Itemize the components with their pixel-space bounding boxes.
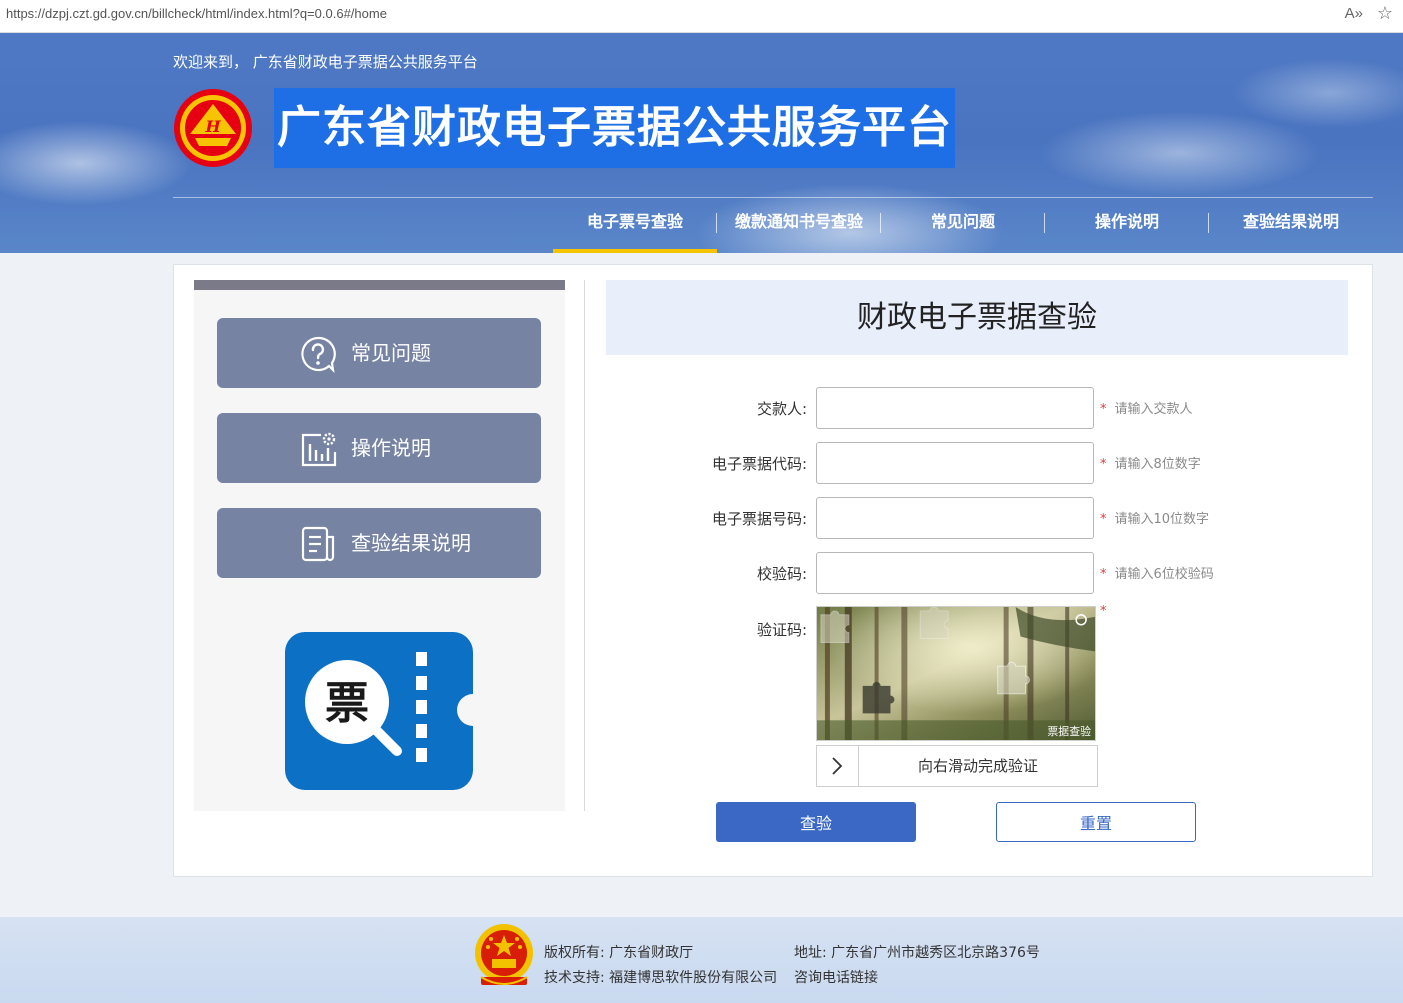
- bill-number-hint: * 请输入10位数字: [1100, 508, 1209, 527]
- ticket-search-icon: 票: [285, 632, 473, 790]
- footer-tech-support: 技术支持: 福建博思软件股份有限公司: [544, 970, 778, 986]
- sidebar: 常见问题 操作说明 查验结果说明 票: [194, 280, 565, 811]
- sidebar-item-faq[interactable]: 常见问题: [217, 318, 541, 388]
- footer-copyright: 版权所有: 广东省财政厅: [544, 945, 694, 961]
- favorite-star-icon[interactable]: ☆: [1377, 3, 1393, 24]
- required-mark: *: [1100, 457, 1107, 472]
- hint-text: 请输入8位数字: [1114, 457, 1201, 472]
- payer-hint: * 请输入交款人: [1100, 398, 1193, 417]
- required-mark: *: [1100, 567, 1107, 582]
- nav-label: 电子票号查验: [586, 212, 683, 231]
- check-code-hint: * 请输入6位校验码: [1100, 563, 1214, 582]
- bill-number-input[interactable]: [816, 497, 1094, 539]
- nav-label: 缴款通知书号查验: [734, 212, 863, 231]
- ticket-char: 票: [325, 678, 369, 729]
- captcha-label: 验证码:: [756, 621, 807, 639]
- reset-button[interactable]: 重置: [996, 802, 1196, 842]
- sidebar-item-label: 常见问题: [351, 341, 431, 365]
- bill-code-label: 电子票据代码:: [711, 455, 807, 473]
- slider-handle[interactable]: [817, 746, 859, 786]
- footer-address: 地址: 广东省广州市越秀区北京路376号: [794, 945, 1040, 961]
- captcha-required-mark: *: [1100, 604, 1107, 619]
- bill-code-hint: * 请输入8位数字: [1100, 453, 1201, 472]
- nav-tab-faq[interactable]: 常见问题: [881, 197, 1045, 253]
- main-nav: 电子票号查验 缴款通知书号查验 常见问题 操作说明 查验结果说明: [553, 197, 1373, 253]
- sidebar-item-instructions[interactable]: 操作说明: [217, 413, 541, 483]
- main-panel: 常见问题 操作说明 查验结果说明 票 财政电子票据查验 交款人: * 请输入交款…: [173, 264, 1373, 877]
- page-footer: 版权所有: 广东省财政厅 技术支持: 福建博思软件股份有限公司 地址: 广东省广…: [0, 917, 1403, 1003]
- url-text[interactable]: https://dzpj.czt.gd.gov.cn/billcheck/htm…: [6, 6, 387, 21]
- footer-phone-link[interactable]: 咨询电话链接: [794, 967, 878, 987]
- hint-text: 请输入6位校验码: [1114, 567, 1214, 582]
- chevron-right-icon: [832, 757, 843, 775]
- nav-tab-ticket-number[interactable]: 电子票号查验: [553, 197, 717, 253]
- emblem-logo-icon: H: [174, 89, 252, 167]
- sidebar-item-label: 操作说明: [351, 436, 431, 460]
- national-emblem-icon: [475, 924, 533, 985]
- payer-label: 交款人:: [756, 400, 807, 418]
- bill-number-label: 电子票据号码:: [711, 510, 807, 528]
- browser-address-bar[interactable]: https://dzpj.czt.gd.gov.cn/billcheck/htm…: [0, 0, 1403, 33]
- welcome-text: 欢迎来到， 广东省财政电子票据公共服务平台: [173, 53, 478, 71]
- captcha-puzzle-image: 票据查验: [816, 606, 1096, 741]
- required-mark: *: [1100, 512, 1107, 527]
- check-code-label: 校验码:: [756, 565, 807, 583]
- document-icon: [301, 526, 335, 562]
- slider-verify[interactable]: 向右滑动完成验证: [816, 745, 1098, 787]
- required-mark: *: [1100, 402, 1107, 417]
- nav-tab-payment-notice[interactable]: 缴款通知书号查验: [717, 197, 881, 253]
- nav-label: 操作说明: [1094, 212, 1159, 231]
- nav-label: 查验结果说明: [1242, 212, 1339, 231]
- nav-tab-result-explanation[interactable]: 查验结果说明: [1209, 197, 1373, 253]
- check-button[interactable]: 查验: [716, 802, 916, 842]
- hint-text: 请输入交款人: [1114, 402, 1193, 417]
- slider-text: 向右滑动完成验证: [917, 757, 1038, 775]
- sidebar-item-label: 查验结果说明: [351, 531, 471, 555]
- site-title: 广东省财政电子票据公共服务平台: [274, 88, 955, 168]
- bill-code-input[interactable]: [816, 442, 1094, 484]
- nav-tab-instructions[interactable]: 操作说明: [1045, 197, 1209, 253]
- vertical-divider: [584, 280, 585, 811]
- check-code-input[interactable]: [816, 552, 1094, 594]
- site-header: 欢迎来到， 广东省财政电子票据公共服务平台 H 广东省财政电子票据公共服务平台 …: [0, 33, 1403, 253]
- emblem-letter: H: [204, 117, 221, 136]
- question-icon: [301, 336, 336, 373]
- form-heading: 财政电子票据查验: [606, 280, 1348, 355]
- hint-text: 请输入10位数字: [1114, 512, 1210, 527]
- chart-settings-icon: [301, 432, 337, 467]
- sidebar-item-result-explanation[interactable]: 查验结果说明: [217, 508, 541, 578]
- read-aloud-icon[interactable]: A»: [1345, 5, 1363, 22]
- nav-label: 常见问题: [930, 212, 995, 231]
- captcha-watermark: 票据查验: [1047, 724, 1091, 738]
- payer-input[interactable]: [816, 387, 1094, 429]
